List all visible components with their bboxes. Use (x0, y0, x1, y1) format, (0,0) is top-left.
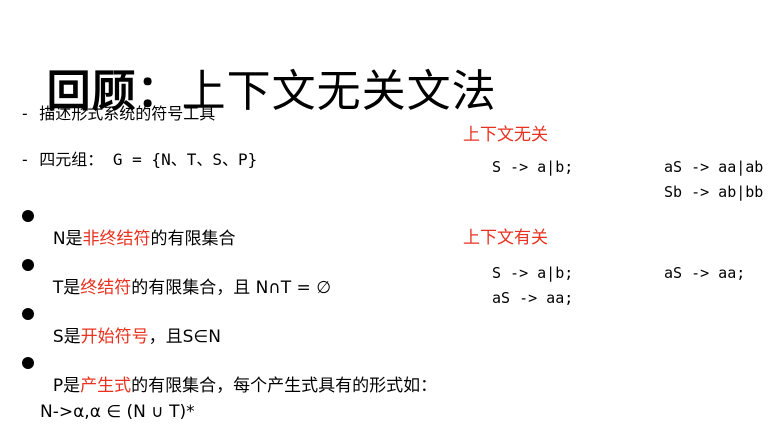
bullet-productions: P是产生式的有限集合，每个产生式具有的形式如： (42, 351, 437, 396)
bullet-text: 的有限集合，且 N∩T = ∅ (131, 278, 332, 298)
bullet-dot (22, 308, 34, 320)
bullet-text: 的有限集合 (150, 229, 236, 249)
bullet-start-symbol: S是开始符号，且S∈N (42, 302, 221, 347)
context-sensitive-rule-right: aS -> aa; (664, 264, 746, 282)
highlight-term: 产生式 (80, 376, 132, 396)
dash-item-quadruple: - 四元组： G = {N、T、S、P} (20, 150, 258, 169)
bullet-text: N是 (52, 229, 83, 249)
bullet-text: ，且S∈N (148, 327, 221, 347)
bullet-text: S是 (52, 327, 81, 347)
bullet-text: T是 (52, 278, 81, 298)
context-free-rule-right-2: Sb -> ab|bb (664, 183, 764, 201)
title-main: 上下文无关文法 (181, 66, 497, 117)
highlight-term: 终结符 (80, 278, 132, 298)
highlight-term: 开始符号 (80, 327, 149, 347)
context-free-rule-left: S -> a|b; (492, 158, 574, 176)
context-free-label: 上下文无关 (463, 125, 548, 145)
dash-item-description: - 描述形式系统的符号工具 (20, 104, 216, 123)
bullet-terminal: T是终结符的有限集合，且 N∩T = ∅ (42, 253, 331, 298)
context-sensitive-rule-left-2: aS -> aa; (492, 289, 574, 307)
bullet-text: 的有限集合，每个产生式具有的形式如： (131, 376, 438, 396)
context-free-rule-right-1: aS -> aa|ab (664, 158, 764, 176)
context-sensitive-rule-left-1: S -> a|b; (492, 264, 574, 282)
production-form: N->α,α ∈ (N ∪ T)* (40, 402, 195, 422)
highlight-term: 非终结符 (82, 229, 151, 249)
context-sensitive-label: 上下文有关 (463, 228, 548, 248)
bullet-text: P是 (52, 376, 81, 396)
bullet-nonterminal: N是非终结符的有限集合 (42, 204, 236, 249)
bullet-dot (22, 259, 34, 271)
bullet-dot (22, 357, 34, 369)
bullet-dot (22, 210, 34, 222)
